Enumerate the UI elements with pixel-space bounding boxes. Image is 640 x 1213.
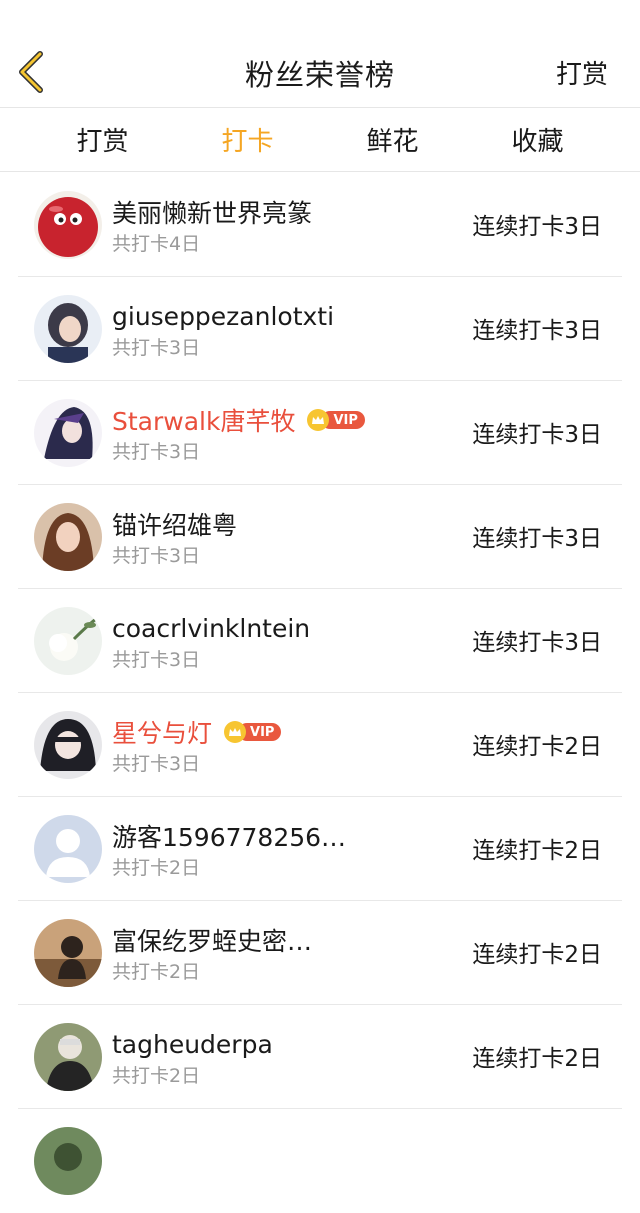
total-checkins: 共打卡2日 [112, 1065, 201, 1087]
streak-label: 连续打卡3日 [472, 526, 602, 552]
streak-label: 连续打卡3日 [472, 422, 602, 448]
total-checkins: 共打卡2日 [112, 857, 201, 879]
total-checkins: 共打卡2日 [112, 961, 201, 983]
vip-badge: VIP [307, 409, 365, 431]
list-item[interactable]: giuseppezanlotxti 共打卡3日 连续打卡3日 [18, 277, 622, 381]
list-item[interactable]: 游客1596778256… 共打卡2日 连续打卡2日 [18, 797, 622, 901]
streak-label: 连续打卡2日 [472, 838, 602, 864]
total-checkins: 共打卡3日 [112, 441, 201, 463]
fan-name: 锚许绍雄粤 [112, 511, 238, 540]
fan-name: coacrlvinklntein [112, 613, 311, 643]
fan-name: 美丽懒新世界亮篆 [112, 199, 313, 228]
list-item[interactable]: 星兮与灯 VIP 共打卡3日 连续打卡2日 [18, 693, 622, 797]
fan-name: 富保纥罗蛭史密… [112, 927, 313, 956]
page-title: 粉丝荣誉榜 [244, 58, 395, 92]
crown-icon [224, 721, 247, 743]
avatar[interactable] [34, 711, 102, 779]
list-item[interactable]: 美丽懒新世界亮篆 共打卡4日 连续打卡3日 [18, 173, 622, 277]
tab-favorites[interactable]: 收藏 [468, 121, 608, 158]
streak-label: 连续打卡2日 [472, 1046, 602, 1072]
avatar[interactable] [34, 399, 102, 467]
fan-name: tagheuderpa [112, 1029, 273, 1059]
streak-label: 连续打卡3日 [472, 214, 602, 240]
fan-name: giuseppezanlotxti [112, 301, 335, 331]
avatar[interactable] [34, 815, 102, 883]
avatar[interactable] [34, 1127, 102, 1195]
tab-checkin[interactable]: 打卡 [178, 121, 318, 158]
streak-label: 连续打卡3日 [472, 318, 602, 344]
avatar[interactable] [34, 607, 102, 675]
streak-label: 连续打卡2日 [472, 942, 602, 968]
streak-label: 连续打卡2日 [472, 734, 602, 760]
avatar[interactable] [34, 1023, 102, 1091]
vip-badge: VIP [224, 721, 282, 743]
total-checkins: 共打卡4日 [112, 233, 201, 255]
fan-name: 星兮与灯 [112, 719, 213, 748]
tab-bar: 打赏 打卡 鲜花 收藏 [0, 108, 640, 172]
total-checkins: 共打卡3日 [112, 337, 201, 359]
total-checkins: 共打卡3日 [112, 545, 201, 567]
reward-button[interactable]: 打赏 [556, 54, 608, 91]
list-item[interactable] [18, 1109, 622, 1213]
list-item[interactable]: tagheuderpa 共打卡2日 连续打卡2日 [18, 1005, 622, 1109]
list-item[interactable]: 锚许绍雄粤 共打卡3日 连续打卡3日 [18, 485, 622, 589]
avatar[interactable] [34, 919, 102, 987]
fan-list: 美丽懒新世界亮篆 共打卡4日 连续打卡3日 giuseppezanlotxti … [0, 173, 640, 1213]
tab-flowers[interactable]: 鲜花 [323, 121, 463, 158]
total-checkins: 共打卡3日 [112, 649, 201, 671]
streak-label: 连续打卡3日 [472, 630, 602, 656]
avatar[interactable] [34, 503, 102, 571]
fan-name: Starwalk唐芊牧 [112, 407, 296, 436]
list-item[interactable]: Starwalk唐芊牧 VIP 共打卡3日 连续打卡3日 [18, 381, 622, 485]
total-checkins: 共打卡3日 [112, 753, 201, 775]
fan-name: 游客1596778256… [112, 823, 347, 852]
list-item[interactable]: coacrlvinklntein 共打卡3日 连续打卡3日 [18, 589, 622, 693]
avatar[interactable] [34, 295, 102, 363]
navigation-bar: 粉丝荣誉榜 打赏 [0, 0, 640, 108]
tab-reward[interactable]: 打赏 [33, 121, 173, 158]
list-item[interactable]: 富保纥罗蛭史密… 共打卡2日 连续打卡2日 [18, 901, 622, 1005]
avatar[interactable] [34, 191, 102, 259]
